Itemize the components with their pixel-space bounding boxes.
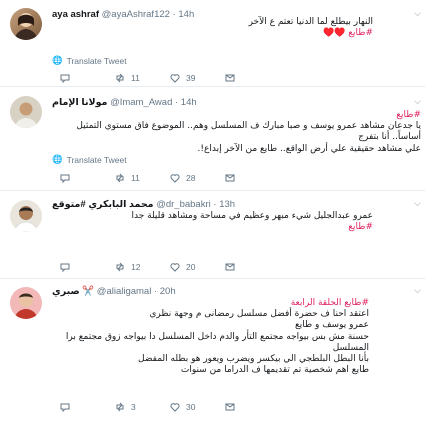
- tweet-line: طايع اهم شخصية تم تقديمها ف الدراما من س…: [180, 365, 369, 376]
- like-button[interactable]: 39: [170, 73, 195, 83]
- like-count: 30: [186, 402, 196, 412]
- retweet-icon: [116, 73, 124, 83]
- tweet-line: اعتقد احنا ف حضرة أفضل مسلسل رمضانى م وج…: [149, 309, 369, 320]
- translate-label: Translate Tweet: [66, 154, 127, 165]
- timestamp[interactable]: · 20h: [154, 286, 176, 297]
- retweet-button[interactable]: 12: [115, 262, 140, 272]
- heart-icon: [170, 403, 180, 412]
- author-name[interactable]: صبري ✂️: [52, 286, 94, 297]
- timestamp[interactable]: · 14h: [175, 97, 197, 108]
- heart-icon: [170, 174, 180, 183]
- reply-button[interactable]: [60, 262, 76, 272]
- retweet-count: 11: [131, 173, 140, 183]
- author-name[interactable]: محمد البابكري #متوقع: [52, 199, 154, 210]
- avatar[interactable]: [10, 96, 42, 128]
- tweet-text: عمرو عبدالجليل شيء مبهر وعظيم في مساحة و…: [52, 211, 373, 233]
- tweet-4[interactable]: صبري ✂️ @alialigamal · 20h ⌵ #طايع الحلق…: [0, 280, 425, 421]
- reply-button[interactable]: [60, 73, 76, 83]
- chevron-down-icon[interactable]: ⌵: [414, 96, 421, 107]
- heart-icon: [170, 74, 180, 83]
- globe-icon: 🌐: [52, 55, 63, 65]
- tweet-line: حسنة مش بس بيواجه مجتمع التأر والدم داخل…: [65, 331, 369, 353]
- retweet-count: 12: [131, 262, 141, 272]
- tweet-2[interactable]: مولانا الإمام @Imam_Awad · 14h ⌵ #طايع ي…: [0, 88, 425, 191]
- retweet-icon: [116, 402, 124, 412]
- hashtag[interactable]: #طايع: [46, 110, 421, 121]
- avatar[interactable]: [10, 287, 42, 319]
- tweet-line: يا جدعان مشاهد عمرو يوسف و صبا مبارك ف ا…: [76, 121, 421, 143]
- heart-icon: [170, 263, 180, 272]
- tweet-header: مولانا الإمام @Imam_Awad · 14h: [52, 97, 407, 111]
- message-button[interactable]: [225, 402, 235, 412]
- chevron-down-icon[interactable]: ⌵: [414, 198, 421, 209]
- hashtag[interactable]: #طايع ♥️♥️: [52, 28, 373, 39]
- tweet-text: #طايع الحلقة الرابعة اعتقد احنا ف حضرة أ…: [46, 298, 369, 376]
- like-count: 39: [186, 73, 196, 83]
- tweet-feed: aya ashraf @ayaAshraf122 · 14h ⌵ النهار …: [0, 0, 425, 421]
- message-button[interactable]: [225, 73, 235, 83]
- reply-icon: [60, 74, 70, 83]
- globe-icon: 🌐: [52, 154, 63, 164]
- like-button[interactable]: 28: [170, 173, 195, 183]
- message-button[interactable]: [225, 262, 235, 272]
- hashtag[interactable]: #طايع: [52, 222, 373, 233]
- reply-icon: [60, 263, 70, 272]
- tweet-actions: 12 20: [60, 262, 300, 274]
- translate-tweet-link[interactable]: 🌐 Translate Tweet: [52, 55, 127, 66]
- tweet-actions: 3 30: [60, 402, 300, 414]
- author-handle[interactable]: @Imam_Awad: [110, 97, 172, 108]
- avatar[interactable]: [10, 8, 42, 40]
- author-handle[interactable]: @dr_babakri: [156, 199, 211, 210]
- tweet-line: بأنا البطل البلطجي الي بيكسر ويضرب ويعور…: [138, 354, 369, 365]
- like-button[interactable]: 30: [170, 402, 195, 412]
- retweet-icon: [116, 173, 124, 183]
- envelope-icon: [225, 174, 235, 182]
- reply-button[interactable]: [60, 402, 76, 412]
- message-button[interactable]: [225, 173, 235, 183]
- like-count: 28: [186, 173, 196, 183]
- reply-icon: [60, 174, 70, 183]
- chevron-down-icon[interactable]: ⌵: [414, 8, 421, 19]
- tweet-line: عمرو يوسف و طايع: [294, 320, 369, 331]
- retweet-button[interactable]: 11: [115, 173, 140, 183]
- tweet-line: عمرو عبدالجليل شيء مبهر وعظيم في مساحة و…: [131, 211, 373, 221]
- tweet-actions: 11 28: [60, 173, 300, 185]
- reply-icon: [60, 403, 70, 412]
- retweet-count: 11: [131, 73, 140, 83]
- chevron-down-icon[interactable]: ⌵: [414, 285, 421, 296]
- author-name[interactable]: مولانا الإمام: [52, 97, 107, 108]
- envelope-icon: [225, 263, 235, 271]
- retweet-icon: [116, 262, 124, 272]
- retweet-count: 3: [131, 402, 136, 412]
- tweet-text: #طايع يا جدعان مشاهد عمرو يوسف و صبا مبا…: [46, 110, 421, 155]
- retweet-button[interactable]: 11: [115, 73, 140, 83]
- envelope-icon: [225, 74, 235, 82]
- envelope-icon: [225, 403, 235, 411]
- translate-tweet-link[interactable]: 🌐 Translate Tweet: [52, 154, 127, 165]
- translate-label: Translate Tweet: [66, 55, 127, 66]
- like-count: 20: [186, 262, 196, 272]
- like-button[interactable]: 20: [170, 262, 195, 272]
- author-handle[interactable]: @alialigamal: [97, 286, 152, 297]
- tweet-actions: 11 39: [60, 73, 300, 85]
- retweet-button[interactable]: 3: [115, 402, 136, 412]
- reply-button[interactable]: [60, 173, 76, 183]
- tweet-3[interactable]: محمد البابكري #متوقع @dr_babakri · 13h ⌵…: [0, 192, 425, 279]
- tweet-text: النهار بيطلع لما الدنيا تعتم ع الآخر #طا…: [52, 17, 373, 39]
- timestamp[interactable]: · 13h: [213, 199, 235, 210]
- tweet-line: النهار بيطلع لما الدنيا تعتم ع الآخر: [248, 17, 373, 27]
- tweet-line: #طايع الحلقة الرابعة: [290, 298, 369, 308]
- avatar[interactable]: [10, 200, 42, 232]
- tweet-1[interactable]: aya ashraf @ayaAshraf122 · 14h ⌵ النهار …: [0, 0, 425, 87]
